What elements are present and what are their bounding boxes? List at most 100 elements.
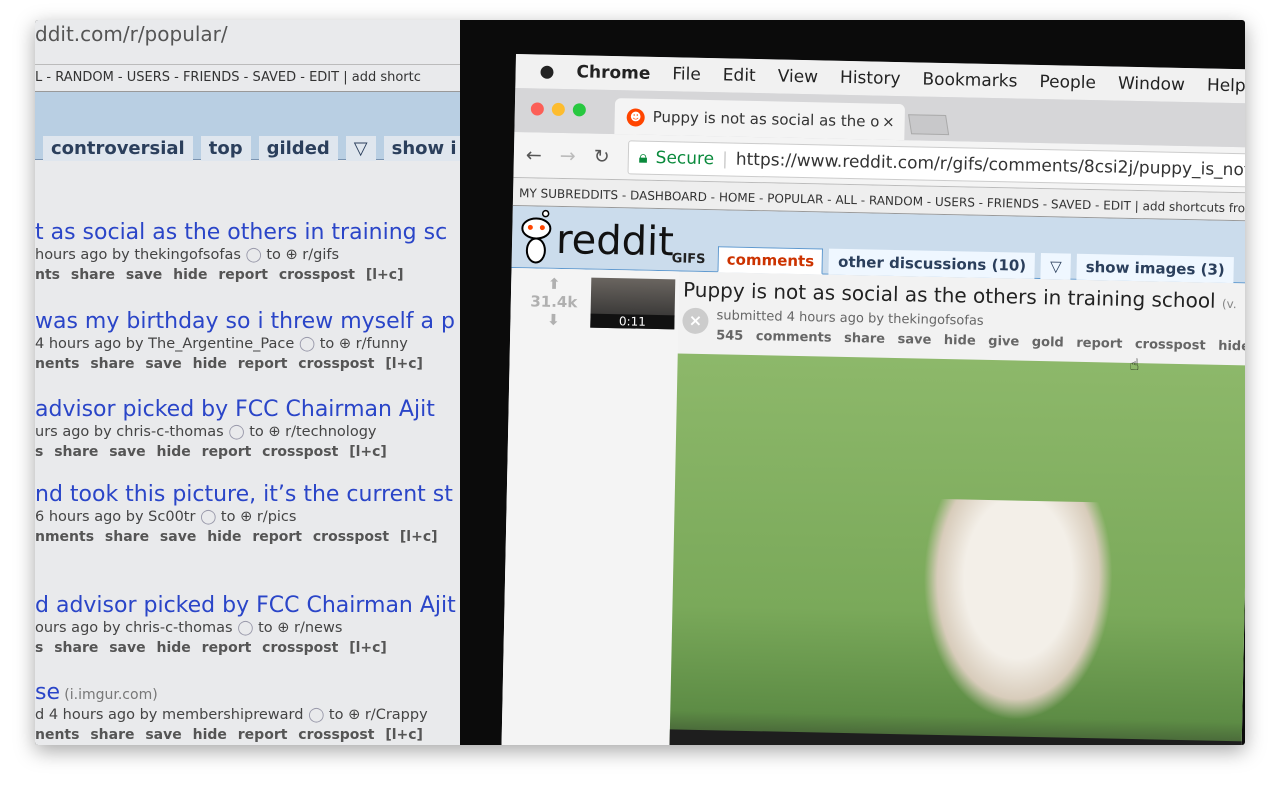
post-meta: d 4 hours ago by membershipreward ◯ to ⊕… [35, 707, 428, 723]
puppy-gif[interactable] [668, 353, 1245, 745]
post-actions[interactable]: s share save hide report crosspost [l+c] [35, 444, 435, 460]
post-area: ⬆ 31.4k ⬇ 0:11 Puppy is not as social as… [501, 267, 1245, 745]
tab-gilded[interactable]: gilded [258, 136, 338, 161]
sort-tabs: controversial top gilded ▽ show i [43, 136, 460, 161]
post-item: d advisor picked by FCC Chairman Ajit ou… [35, 593, 456, 656]
upvote-icon[interactable]: ⬆ [529, 274, 579, 293]
secure-label: Secure [655, 147, 715, 169]
menu-help[interactable]: Help [1207, 75, 1245, 96]
tab-top[interactable]: top [200, 136, 251, 161]
tag-icon: ◯ [245, 247, 262, 263]
post-meta: 6 hours ago by Sc00tr ◯ to ⊕ r/pics [35, 509, 297, 525]
post-actions[interactable]: nments share save hide report crosspost … [35, 529, 453, 545]
post-domain[interactable]: (v. [1222, 297, 1237, 311]
menu-bookmarks[interactable]: Bookmarks [922, 70, 1017, 92]
menu-file[interactable]: File [672, 64, 701, 85]
score: 31.4k [530, 292, 578, 312]
tag-icon: ◯ [200, 509, 217, 525]
downvote-icon[interactable]: ⬇ [528, 310, 578, 329]
minimize-window-button[interactable] [551, 102, 565, 117]
post-item: advisor picked by FCC Chairman Ajit urs … [35, 397, 435, 460]
tag-icon: ◯ [228, 424, 245, 440]
menu-window[interactable]: Window [1118, 74, 1185, 95]
post-item: t as social as the others in training sc… [35, 220, 447, 283]
post-domain[interactable]: (i.imgur.com) [64, 687, 157, 703]
tag-icon: ◯ [308, 707, 325, 723]
post-actions[interactable]: s share save hide report crosspost [l+c] [35, 640, 456, 656]
menu-chrome[interactable]: Chrome [576, 62, 650, 84]
subreddit-link[interactable]: r/technology [285, 424, 376, 440]
post-actions[interactable]: nents share save hide report crosspost [… [35, 727, 428, 743]
zoom-window-button[interactable] [572, 103, 586, 117]
post-actions[interactable]: 545 comments share save hide give gold r… [716, 328, 1245, 355]
address-bar[interactable]: 🔒︎ Secure | https://www.reddit.com/r/gif… [627, 139, 1245, 188]
subscribe-icon[interactable]: ⊕ [339, 336, 351, 352]
filter-icon[interactable]: ▽ [345, 136, 376, 161]
post-item: was my birthday so i threw myself a p 4 … [35, 309, 455, 372]
menu-history[interactable]: History [840, 68, 901, 89]
post-actions[interactable]: nts share save hide report crosspost [l+… [35, 267, 447, 283]
post-item: nd took this picture, it’s the current s… [35, 482, 453, 545]
post-title[interactable]: advisor picked by FCC Chairman Ajit [35, 397, 435, 422]
reddit-logo[interactable]: reddit [556, 217, 675, 265]
subreddit-link[interactable]: r/pics [257, 509, 297, 525]
subscribe-icon[interactable]: ⊕ [277, 620, 289, 636]
lock-icon: 🔒︎ [638, 147, 648, 168]
tab-show-images[interactable]: show i [383, 136, 460, 161]
tab-title: Puppy is not as social as the o [652, 107, 880, 131]
post-title[interactable]: was my birthday so i threw myself a p [35, 309, 455, 334]
tag-icon: ◯ [237, 620, 254, 636]
post-title[interactable]: d advisor picked by FCC Chairman Ajit [35, 593, 456, 618]
floor [668, 729, 1245, 745]
collapse-close-icon[interactable]: × [682, 307, 709, 335]
post-meta: submitted 4 hours ago by thekingofsofas [716, 308, 984, 329]
url-text: https://www.reddit.com/r/gifs/comments/8… [735, 149, 1245, 181]
post-actions[interactable]: nents share save hide report crosspost [… [35, 356, 455, 372]
post-meta: ours ago by chris-c-thomas ◯ to ⊕ r/news [35, 620, 343, 636]
reload-icon[interactable]: ↻ [593, 145, 609, 167]
post-title[interactable]: Puppy is not as social as the others in … [683, 278, 1237, 314]
left-gutter [501, 267, 680, 745]
subreddit-nav[interactable]: L - RANDOM - USERS - FRIENDS - SAVED - E… [35, 64, 460, 92]
tab-controversial[interactable]: controversial [43, 136, 193, 161]
back-icon[interactable]: ← [526, 144, 542, 166]
post-title[interactable]: t as social as the others in training sc [35, 220, 447, 245]
tab-comments[interactable]: comments [717, 246, 824, 275]
browser-tab[interactable]: ☻ Puppy is not as social as the o × [614, 98, 906, 141]
filter-icon[interactable]: ▽ [1040, 253, 1071, 280]
tab-show-images[interactable]: show images (3) [1076, 253, 1235, 284]
subreddit-name[interactable]: GIFS [672, 251, 706, 267]
address-bar[interactable]: ddit.com/r/popular/ [35, 20, 460, 56]
subreddit-link[interactable]: r/Crappy [365, 707, 428, 723]
new-tab-button[interactable] [908, 114, 950, 136]
post-title[interactable]: nd took this picture, it’s the current s… [35, 482, 453, 507]
menu-view[interactable]: View [777, 66, 818, 87]
right-monitor: ● Chrome File Edit View History Bookmark… [501, 54, 1245, 745]
subscribe-icon[interactable]: ⊕ [286, 247, 298, 263]
puppy-image [920, 498, 1115, 723]
subscribe-icon[interactable]: ⊕ [348, 707, 360, 723]
subreddit-link[interactable]: r/funny [356, 336, 408, 352]
close-window-button[interactable] [530, 102, 544, 116]
tag-icon: ◯ [298, 336, 316, 352]
apple-icon[interactable]: ● [539, 62, 554, 82]
reddit-alien-icon [521, 209, 552, 264]
reddit-favicon-icon: ☻ [626, 108, 645, 127]
subscribe-icon[interactable]: ⊕ [240, 509, 252, 525]
post-item: se (i.imgur.com) d 4 hours ago by member… [35, 680, 428, 743]
video-thumbnail[interactable]: 0:11 [590, 277, 676, 330]
forward-icon[interactable]: → [560, 144, 576, 166]
post-meta: 4 hours ago by The_Argentine_Pace ◯ to ⊕… [35, 336, 408, 352]
post-meta: urs ago by chris-c-thomas ◯ to ⊕ r/techn… [35, 424, 377, 440]
post-title[interactable]: se (i.imgur.com) [35, 680, 428, 705]
video-duration: 0:11 [590, 313, 675, 330]
close-tab-icon[interactable]: × [882, 113, 895, 131]
post-meta: hours ago by thekingofsofas ◯ to ⊕ r/gif… [35, 247, 340, 263]
left-monitor: ddit.com/r/popular/ L - RANDOM - USERS -… [35, 20, 460, 745]
subreddit-link[interactable]: r/gifs [302, 247, 339, 263]
hand-cursor-icon: ☝ [1129, 354, 1140, 375]
menu-people[interactable]: People [1039, 72, 1096, 93]
subscribe-icon[interactable]: ⊕ [268, 424, 280, 440]
menu-edit[interactable]: Edit [723, 65, 756, 86]
subreddit-link[interactable]: r/news [294, 620, 342, 636]
